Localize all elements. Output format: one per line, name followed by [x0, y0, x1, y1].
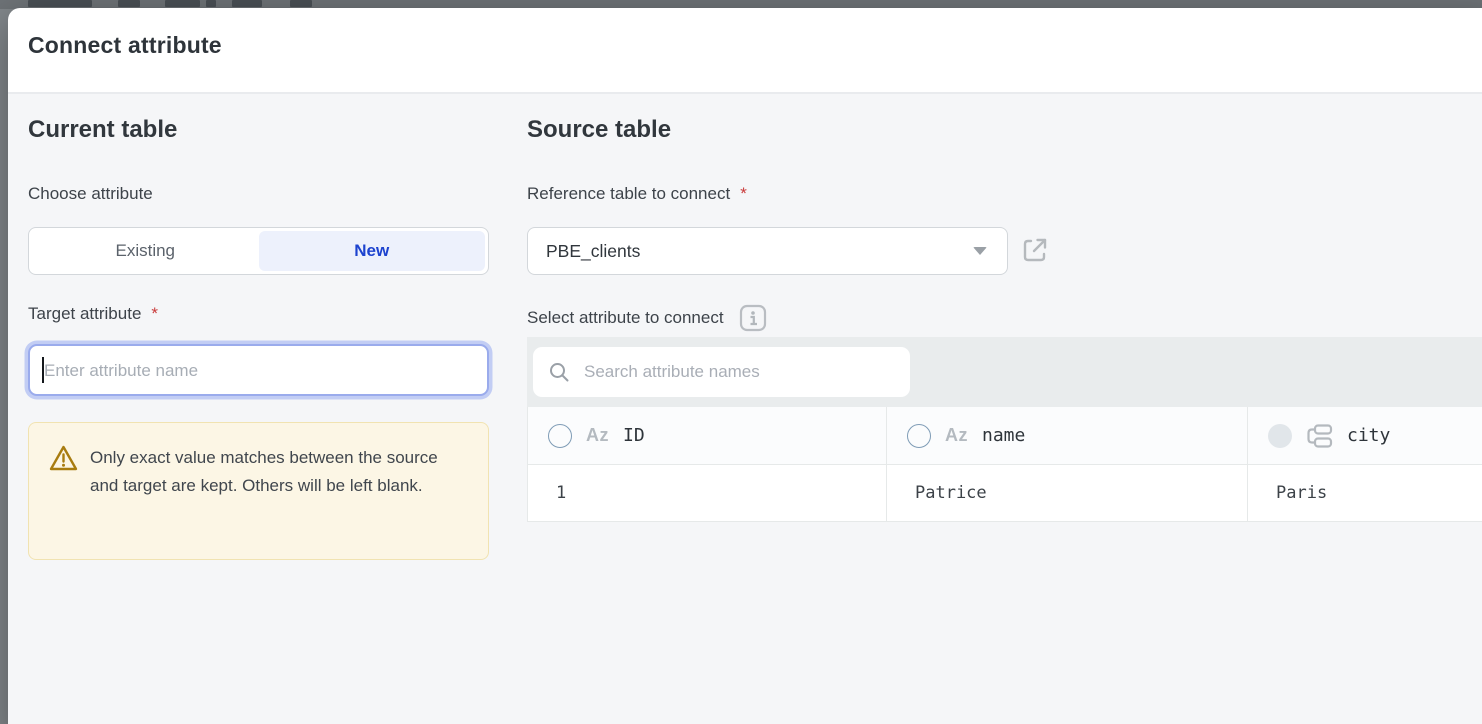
column-header-city: city: [1248, 407, 1482, 465]
column-header-id[interactable]: Az ID: [528, 407, 887, 465]
external-link-icon: [1021, 236, 1049, 264]
az-text-icon: Az: [586, 425, 609, 446]
reference-table-selected-value: PBE_clients: [546, 241, 973, 262]
reference-table-label: Reference table to connect *: [527, 184, 747, 204]
select-attribute-label-text: Select attribute to connect: [527, 308, 724, 328]
az-text-icon: Az: [945, 425, 968, 446]
required-asterisk: *: [740, 184, 747, 204]
target-attribute-input[interactable]: [42, 346, 479, 396]
column-name: name: [982, 425, 1025, 446]
open-reference-table-button[interactable]: [1021, 233, 1055, 267]
column-name: ID: [623, 425, 645, 446]
background-toolbar-item: [290, 0, 312, 7]
select-attribute-label: Select attribute to connect: [527, 304, 767, 332]
search-icon: [548, 361, 570, 383]
attribute-table: Az ID Az name: [527, 407, 1482, 522]
background-toolbar-item: [232, 0, 262, 7]
radio-column-id[interactable]: [548, 424, 572, 448]
target-attribute-label: Target attribute *: [28, 304, 158, 324]
background-toolbar-item: [118, 0, 140, 7]
cell-name: Patrice: [887, 465, 1248, 522]
cell-id: 1: [528, 465, 887, 522]
new-tab[interactable]: New: [259, 231, 486, 271]
chevron-down-icon: [973, 247, 987, 255]
background-toolbar-item: [28, 0, 92, 7]
connection-icon: [1306, 424, 1333, 448]
column-header-name[interactable]: Az name: [887, 407, 1248, 465]
existing-tab[interactable]: Existing: [32, 231, 259, 271]
choose-attribute-label: Choose attribute: [28, 184, 153, 204]
target-attribute-label-text: Target attribute: [28, 304, 141, 324]
attribute-mode-toggle: Existing New: [28, 227, 489, 275]
source-table-heading: Source table: [527, 116, 671, 144]
background-toolbar-item: [165, 0, 200, 7]
modal-title: Connect attribute: [28, 32, 222, 59]
required-asterisk: *: [151, 304, 158, 324]
current-table-heading: Current table: [28, 116, 177, 144]
reference-table-select[interactable]: PBE_clients: [527, 227, 1008, 275]
choose-attribute-label-text: Choose attribute: [28, 184, 153, 204]
connect-attribute-modal: Connect attribute Current table Choose a…: [8, 8, 1482, 724]
target-attribute-input-wrap: [28, 344, 489, 396]
warning-text: Only exact value matches between the sou…: [90, 444, 446, 559]
background-toolbar-item: [206, 0, 216, 7]
modal-body: Current table Choose attribute Existing …: [8, 94, 1482, 724]
attribute-search: [533, 347, 910, 397]
radio-column-city-disabled: [1268, 424, 1292, 448]
radio-column-name[interactable]: [907, 424, 931, 448]
warning-banner: Only exact value matches between the sou…: [28, 422, 489, 560]
info-icon[interactable]: [739, 304, 767, 332]
screen: Connect attribute Current table Choose a…: [0, 0, 1482, 724]
cell-city: Paris: [1248, 465, 1482, 522]
attribute-table-header: Az ID Az name: [528, 407, 1482, 465]
attribute-search-input[interactable]: [582, 361, 898, 383]
column-name: city: [1347, 425, 1390, 446]
attribute-table-row: 1 Patrice Paris: [528, 465, 1482, 522]
attribute-picker-panel: [527, 337, 1482, 407]
warning-icon: [48, 444, 79, 473]
text-cursor: [42, 357, 44, 383]
reference-table-label-text: Reference table to connect: [527, 184, 730, 204]
